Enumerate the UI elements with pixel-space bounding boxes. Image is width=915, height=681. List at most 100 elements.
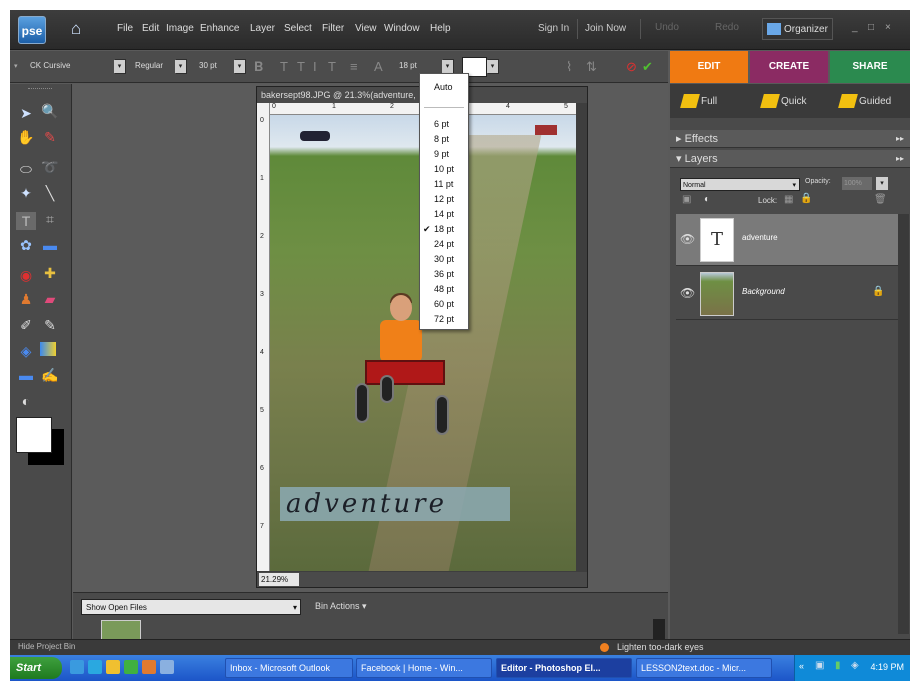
warp-text-icon[interactable]: ⌇ [566, 59, 572, 75]
red-eye-tool-icon[interactable]: ◉ [16, 266, 36, 284]
size-option[interactable]: 30 pt [420, 252, 468, 266]
menu-layer[interactable]: Layer [250, 23, 275, 34]
size-option-auto[interactable]: Auto [420, 80, 468, 94]
leading-icon[interactable]: A [374, 59, 383, 74]
layers-panel-header[interactable]: ▾ Layers ▸▸ [670, 150, 910, 168]
quick-selection-tool-icon[interactable]: ✦ [16, 184, 36, 202]
font-style-dropdown[interactable]: ▾ [175, 59, 187, 74]
guided-edit-button[interactable]: Guided [838, 92, 891, 112]
new-layer-icon[interactable]: ▣ [682, 194, 691, 205]
bin-actions-menu[interactable]: Bin Actions ▾ [315, 601, 367, 612]
adjustment-layer-icon[interactable]: ◐ [704, 194, 710, 205]
menu-file[interactable]: File [117, 23, 133, 34]
eye-icon[interactable]: 👁 [680, 232, 695, 246]
color-dropdown[interactable]: ▾ [487, 59, 499, 74]
eyedropper-tool-icon[interactable]: ✎ [40, 128, 60, 146]
size-option[interactable]: 36 pt [420, 267, 468, 281]
size-option[interactable]: 14 pt [420, 207, 468, 221]
cookie-cutter-tool-icon[interactable]: ✿ [16, 236, 36, 254]
gradient-tool-icon[interactable] [40, 342, 56, 356]
size-option[interactable]: 6 pt [420, 117, 468, 131]
size-option[interactable]: 72 pt [420, 312, 468, 326]
tab-edit[interactable]: EDIT [670, 51, 748, 83]
menu-view[interactable]: View [355, 23, 377, 34]
zoom-tool-icon[interactable]: 🔍 [40, 102, 60, 120]
foreground-color-swatch-front[interactable] [16, 417, 52, 453]
tray-expand-icon[interactable]: « [799, 661, 804, 671]
eye-icon[interactable]: 👁 [680, 286, 695, 300]
join-now-link[interactable]: Join Now [585, 23, 626, 34]
sponge-tool-icon[interactable]: ◐ [16, 392, 36, 410]
open-file-thumbnail[interactable] [101, 620, 141, 640]
size-option[interactable]: 9 pt [420, 147, 468, 161]
menu-select[interactable]: Select [284, 23, 312, 34]
effects-panel-header[interactable]: ▸ Effects ▸▸ [670, 130, 910, 148]
font-family-dropdown[interactable]: ▾ [114, 59, 126, 74]
menu-edit[interactable]: Edit [142, 23, 159, 34]
align-icon[interactable]: ≡ [350, 59, 358, 74]
taskbar-item-photoshop[interactable]: Editor - Photoshop El... [496, 658, 632, 678]
cancel-icon[interactable]: ⊘ [626, 59, 637, 75]
bin-scrollbar[interactable] [653, 619, 665, 639]
signal-icon[interactable]: ▮ [835, 660, 841, 671]
size-option[interactable]: 60 pt [420, 297, 468, 311]
size-option[interactable]: 48 pt [420, 282, 468, 296]
desktop-icon[interactable] [88, 660, 102, 674]
size-option[interactable]: 10 pt [420, 162, 468, 176]
security-icon[interactable]: ◈ [851, 660, 859, 671]
lasso-tool-icon[interactable]: ➰ [40, 158, 60, 176]
healing-brush-tool-icon[interactable]: ✚ [40, 264, 60, 282]
menu-enhance[interactable]: Enhance [200, 23, 239, 34]
size-option[interactable]: 24 pt [420, 237, 468, 251]
type-tool-icon[interactable]: T [16, 212, 36, 230]
app-icon[interactable] [160, 660, 174, 674]
close-button[interactable]: × [885, 22, 891, 33]
clone-stamp-tool-icon[interactable]: ♟ [16, 290, 36, 308]
blend-mode-select[interactable]: Normal ▾ [680, 178, 800, 191]
faux-bold-icon[interactable]: 𝐁 [254, 59, 263, 75]
menu-image[interactable]: Image [166, 23, 194, 34]
tab-create[interactable]: CREATE [750, 51, 828, 83]
menu-filter[interactable]: Filter [322, 23, 344, 34]
size-option[interactable]: 12 pt [420, 192, 468, 206]
brush-tool-icon[interactable]: ✐ [16, 316, 36, 334]
lock-transparent-icon[interactable]: ▦ [784, 194, 793, 205]
opacity-dropdown-icon[interactable]: ▾ [876, 177, 888, 190]
leading-dropdown[interactable]: ▾ [442, 59, 454, 74]
tool-preset-arrow-icon[interactable]: ▾ [14, 62, 18, 70]
shape-tool-icon[interactable]: ▬ [16, 366, 36, 384]
sign-in-link[interactable]: Sign In [538, 23, 569, 34]
tab-share[interactable]: SHARE [830, 51, 910, 83]
home-icon[interactable]: ⌂ [66, 19, 86, 39]
tip-text[interactable]: Lighten too-dark eyes [600, 642, 704, 653]
faux-italic-icon[interactable]: T [280, 59, 288, 74]
organizer-button[interactable]: Organizer [762, 18, 833, 40]
panel-menu-icon[interactable]: ▸▸ [896, 150, 904, 168]
commit-check-icon[interactable]: ✔ [642, 59, 653, 75]
network-icon[interactable]: ▣ [815, 660, 824, 671]
size-option-selected[interactable]: ✔ 18 pt [420, 222, 468, 236]
panel-menu-icon[interactable]: ▸▸ [896, 130, 904, 148]
maximize-button[interactable]: □ [868, 22, 874, 33]
layer-row-adventure[interactable]: 👁 T adventure [676, 214, 898, 266]
italic-icon[interactable]: I [313, 59, 317, 74]
zoom-field[interactable]: 21.29% [259, 573, 299, 586]
opacity-field[interactable]: 100% [842, 177, 872, 190]
taskbar-item-facebook[interactable]: Facebook | Home - Win... [356, 658, 492, 678]
paint-bucket-tool-icon[interactable]: ◈ [16, 342, 36, 360]
size-option[interactable]: 11 pt [420, 177, 468, 191]
font-size-dropdown[interactable]: ▾ [234, 59, 246, 74]
move-tool-icon[interactable]: ➤ [16, 104, 36, 122]
eraser-tool-icon[interactable]: ▰ [40, 290, 60, 308]
taskbar-item-outlook[interactable]: Inbox - Microsoft Outlook [225, 658, 353, 678]
toolbox-grip[interactable] [28, 88, 52, 90]
folder-icon[interactable] [106, 660, 120, 674]
text-layer-adventure[interactable]: adventure [280, 487, 510, 521]
smart-brush-tool-icon[interactable]: ✎ [40, 316, 60, 334]
full-edit-button[interactable]: Full [680, 92, 717, 112]
underline-icon[interactable]: T [297, 59, 305, 74]
trash-icon[interactable]: 🗑 [874, 194, 887, 205]
strikethrough-icon[interactable]: T [328, 59, 336, 74]
ie-icon[interactable] [70, 660, 84, 674]
straighten-tool-icon[interactable]: ▬ [40, 236, 60, 254]
